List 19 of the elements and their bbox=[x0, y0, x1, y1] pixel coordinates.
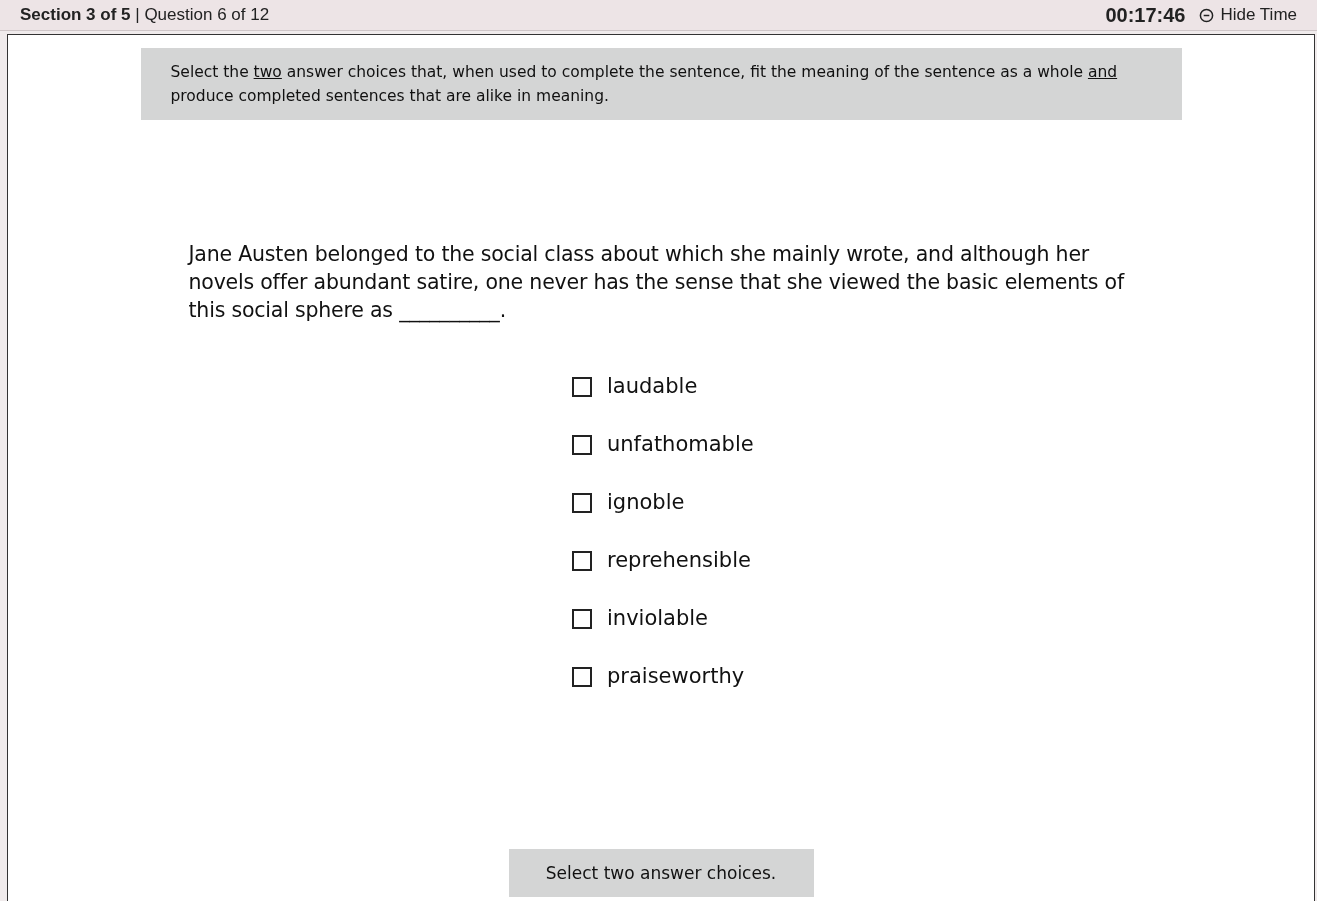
answer-choice[interactable]: laudable bbox=[607, 372, 698, 401]
answer-choice[interactable]: praiseworthy bbox=[607, 662, 745, 691]
status-note: Select two answer choices. bbox=[508, 849, 814, 897]
checkbox[interactable] bbox=[572, 492, 592, 513]
answer-choice[interactable]: inviolable bbox=[607, 604, 709, 633]
section-question-counter: Section 3 of 5 | Question 6 of 12 bbox=[20, 5, 270, 25]
answer-choice[interactable]: ignoble bbox=[607, 488, 685, 517]
question-sentence: Jane Austen belonged to the social class about which she mainly wrote, and although her novels offer abundant satire, one never has the sense that she viewed the basic elements of this social sphere as __________. bbox=[188, 241, 1126, 324]
answer-choice[interactable]: reprehensible bbox=[607, 546, 751, 575]
checkbox[interactable] bbox=[572, 666, 592, 687]
checkbox[interactable] bbox=[572, 550, 592, 571]
timer: 00:17:46 bbox=[1105, 3, 1186, 27]
instructions: Select the two answer choices that, when used to complete the sentence, fit the meaning of the sentence as a whole and produce completed sentences that are alike in meaning. bbox=[140, 48, 1182, 120]
minus-circle-icon bbox=[1199, 7, 1215, 23]
answer-choice[interactable]: unfathomable bbox=[607, 430, 754, 459]
checkbox[interactable] bbox=[572, 434, 592, 455]
checkbox[interactable] bbox=[572, 608, 592, 629]
checkbox[interactable] bbox=[572, 376, 592, 397]
hide-time-button[interactable]: Hide Time bbox=[1199, 5, 1297, 25]
